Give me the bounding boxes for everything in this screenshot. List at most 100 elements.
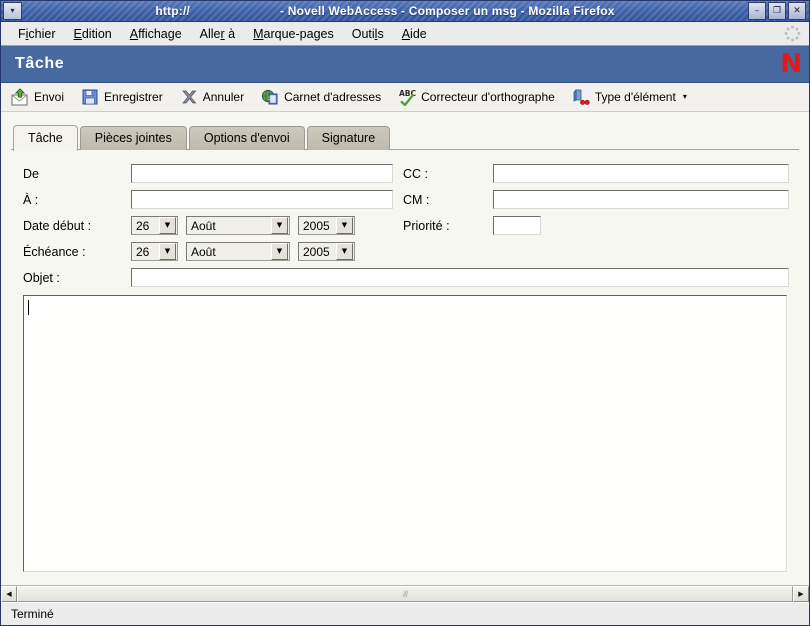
minimize-button[interactable]: – xyxy=(748,2,766,20)
start-date-group: 26 ▼ Août ▼ 2005 ▼ xyxy=(131,216,393,235)
to-input[interactable] xyxy=(131,190,393,209)
browser-window: ▾ http:// - Novell WebAccess - Composer u… xyxy=(0,0,810,626)
from-field-wrap xyxy=(131,164,393,183)
start-year-select[interactable]: 2005 ▼ xyxy=(298,216,355,235)
chevron-down-icon: ▾ xyxy=(682,92,687,101)
scrollbar-track[interactable]: /// xyxy=(17,586,793,602)
spellcheck-button[interactable]: ABC Correcteur d'orthographe xyxy=(398,87,564,107)
window-title-url: http:// xyxy=(155,4,191,18)
start-month-select[interactable]: Août ▼ xyxy=(186,216,290,235)
title-bar: ▾ http:// - Novell WebAccess - Composer u… xyxy=(1,1,809,22)
subject-label: Objet : xyxy=(23,270,60,285)
priority-field-wrap xyxy=(493,216,789,235)
address-book-icon xyxy=(261,89,278,105)
send-button[interactable]: Envoi xyxy=(11,87,73,107)
scroll-right-button[interactable]: ▶ xyxy=(793,586,809,602)
save-button[interactable]: Enregistrer xyxy=(81,87,172,107)
cc-label: CC : xyxy=(403,166,428,181)
menu-item-aller-a[interactable]: Aller à xyxy=(191,25,244,43)
window-title-text: - Novell WebAccess - Composer un msg - M… xyxy=(280,4,615,18)
due-day-value: 26 xyxy=(136,244,150,259)
subject-row: Objet : xyxy=(11,268,799,287)
novell-logo-icon: N xyxy=(780,49,802,79)
scrollbar-grip: /// xyxy=(402,589,408,599)
page-title: Tâche xyxy=(15,55,65,72)
send-label: Envoi xyxy=(34,90,65,104)
due-month-select[interactable]: Août ▼ xyxy=(186,242,290,261)
chevron-down-icon[interactable]: ▾ xyxy=(3,2,22,20)
chevron-down-icon: ▼ xyxy=(159,243,176,260)
chevron-down-icon: ▼ xyxy=(336,217,353,234)
due-date-group: 26 ▼ Août ▼ 2005 ▼ xyxy=(131,242,393,261)
cancel-button[interactable]: Annuler xyxy=(180,87,253,107)
tab-pieces-jointes[interactable]: Pièces jointes xyxy=(79,126,187,150)
menu-item-fichier[interactable]: Fichier xyxy=(9,25,65,43)
from-label: De xyxy=(23,166,39,181)
menu-item-marque-pages[interactable]: Marque-pages xyxy=(244,25,343,43)
bc-field-wrap xyxy=(493,190,789,209)
item-type-label: Type d'élément xyxy=(594,90,676,104)
chevron-down-icon: ▼ xyxy=(336,243,353,260)
close-button[interactable]: ✕ xyxy=(788,2,806,20)
save-label: Enregistrer xyxy=(104,90,163,104)
due-date-label: Échéance : xyxy=(23,244,86,259)
throbber-icon xyxy=(784,25,801,42)
tab-panel-tache: De CC : À : CM : Date début : 26 ▼ Août … xyxy=(11,149,799,584)
menu-item-outils[interactable]: Outils xyxy=(343,25,393,43)
compose-form: De CC : À : CM : Date début : 26 ▼ Août … xyxy=(11,164,799,261)
priority-input[interactable] xyxy=(493,216,541,235)
item-type-icon xyxy=(573,89,590,105)
due-year-select[interactable]: 2005 ▼ xyxy=(298,242,355,261)
due-day-select[interactable]: 26 ▼ xyxy=(131,242,178,261)
menu-item-affichage[interactable]: Affichage xyxy=(121,25,191,43)
subject-input[interactable] xyxy=(131,268,789,287)
text-caret xyxy=(28,300,29,315)
toolbar: Envoi Enregistrer Annuler Carnet d'adres… xyxy=(1,83,809,112)
bc-input[interactable] xyxy=(493,190,789,209)
message-body-area[interactable] xyxy=(23,295,787,572)
spellcheck-label: Correcteur d'orthographe xyxy=(421,90,555,104)
tab-options-denvoi[interactable]: Options d'envoi xyxy=(188,126,305,150)
due-year-value: 2005 xyxy=(303,244,330,259)
page-viewport: Tâche N Envoi Enregistrer Annuler Carnet… xyxy=(1,46,809,602)
bc-label: CM : xyxy=(403,192,430,207)
address-book-button[interactable]: Carnet d'adresses xyxy=(261,87,390,107)
priority-label: Priorité : xyxy=(403,218,450,233)
due-month-value: Août xyxy=(191,244,216,259)
menu-item-aide[interactable]: Aide xyxy=(393,25,436,43)
save-floppy-icon xyxy=(82,89,98,105)
scroll-left-button[interactable]: ◀ xyxy=(1,586,17,602)
start-day-value: 26 xyxy=(136,218,150,233)
cancel-label: Annuler xyxy=(202,90,245,104)
start-day-select[interactable]: 26 ▼ xyxy=(131,216,178,235)
tab-tache[interactable]: Tâche xyxy=(13,125,78,151)
menu-item-edition[interactable]: Edition xyxy=(65,25,121,43)
start-year-value: 2005 xyxy=(303,218,330,233)
menu-bar: Fichier Edition Affichage Aller à Marque… xyxy=(1,22,809,46)
item-type-button[interactable]: Type d'élément ▾ xyxy=(572,87,696,107)
start-month-value: Août xyxy=(191,218,216,233)
start-date-label: Date début : xyxy=(23,218,92,233)
cc-field-wrap xyxy=(493,164,789,183)
status-text: Terminé xyxy=(11,607,54,621)
cancel-x-icon xyxy=(181,90,197,104)
chevron-down-icon: ▼ xyxy=(159,217,176,234)
from-input[interactable] xyxy=(131,164,393,183)
to-label: À : xyxy=(23,192,39,207)
spellcheck-abc-icon: ABC xyxy=(399,89,416,106)
chevron-down-icon: ▼ xyxy=(271,243,288,260)
send-envelope-icon xyxy=(11,88,28,106)
cc-input[interactable] xyxy=(493,164,789,183)
window-controls: – ❐ ✕ xyxy=(748,2,807,20)
to-field-wrap xyxy=(131,190,393,209)
tab-strip: Tâche Pièces jointes Options d'envoi Sig… xyxy=(13,125,809,151)
svg-text:ABC: ABC xyxy=(399,89,416,98)
address-book-label: Carnet d'adresses xyxy=(284,90,382,104)
status-bar: Terminé xyxy=(1,602,809,625)
chevron-down-icon: ▼ xyxy=(271,217,288,234)
window-title: http:// - Novell WebAccess - Composer un … xyxy=(22,4,748,18)
horizontal-scrollbar[interactable]: ◀ /// ▶ xyxy=(1,585,809,602)
maximize-button[interactable]: ❐ xyxy=(768,2,786,20)
tab-signature[interactable]: Signature xyxy=(306,126,391,150)
app-header: Tâche N xyxy=(1,46,809,83)
